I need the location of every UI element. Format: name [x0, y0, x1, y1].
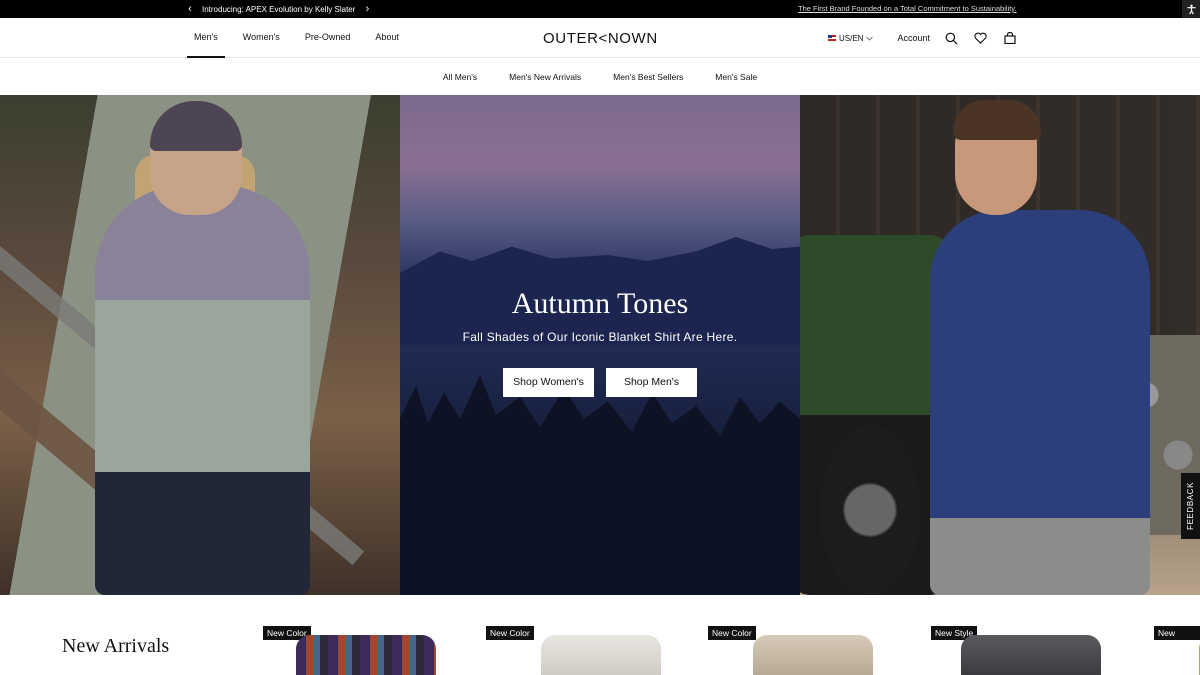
- subnav-new-arrivals[interactable]: Men's New Arrivals: [509, 72, 581, 82]
- accessibility-button[interactable]: [1182, 0, 1200, 18]
- bag-icon[interactable]: [1002, 30, 1018, 46]
- product-card[interactable]: New Color: [263, 595, 463, 675]
- brand-logo[interactable]: OUTER<NOWN: [543, 30, 658, 47]
- mens-subnav: All Men's Men's New Arrivals Men's Best …: [0, 59, 1200, 95]
- shop-womens-button[interactable]: Shop Women's: [503, 368, 594, 397]
- primary-nav: Men's Women's Pre-Owned About: [187, 18, 417, 58]
- chevron-right-icon[interactable]: ›: [363, 0, 371, 18]
- hero-image-womens[interactable]: [0, 95, 400, 595]
- header-utilities: US/EN Account: [828, 18, 1031, 58]
- product-card[interactable]: New Color: [708, 595, 908, 675]
- hero-image-mens[interactable]: [800, 95, 1200, 595]
- feedback-tab[interactable]: FEEDBACK: [1181, 473, 1200, 539]
- product-image[interactable]: [753, 635, 873, 675]
- product-badge: New Color: [708, 626, 756, 640]
- locale-selector[interactable]: US/EN: [828, 33, 874, 43]
- hero-subtitle: Fall Shades of Our Iconic Blanket Shirt …: [462, 330, 738, 344]
- announcement-bar: ‹ Introducing: APEX Evolution by Kelly S…: [0, 0, 1200, 18]
- nav-womens[interactable]: Women's: [236, 18, 287, 58]
- subnav-best-sellers[interactable]: Men's Best Sellers: [613, 72, 683, 82]
- product-image[interactable]: [541, 635, 661, 675]
- chevron-down-icon: [866, 36, 874, 41]
- subnav-all-mens[interactable]: All Men's: [443, 72, 477, 82]
- product-image[interactable]: [296, 635, 436, 675]
- product-badge: New Color: [486, 626, 534, 640]
- accessibility-icon: [1186, 4, 1196, 14]
- new-arrivals-section: New Arrivals New Color New Color New Col…: [0, 595, 1200, 675]
- product-card[interactable]: New Style: [1154, 595, 1200, 675]
- hero-banner: Autumn Tones Fall Shades of Our Iconic B…: [0, 95, 1200, 595]
- subnav-sale[interactable]: Men's Sale: [715, 72, 757, 82]
- account-link[interactable]: Account: [897, 33, 930, 43]
- announcement-text[interactable]: Introducing: APEX Evolution by Kelly Sla…: [202, 5, 355, 14]
- heart-icon[interactable]: [973, 30, 989, 46]
- product-image[interactable]: [961, 635, 1101, 675]
- hero-cta-group: Shop Women's Shop Men's: [400, 368, 800, 397]
- hero-title: Autumn Tones: [511, 287, 689, 320]
- nav-mens[interactable]: Men's: [187, 18, 225, 58]
- feedback-label: FEEDBACK: [1186, 482, 1195, 530]
- shop-mens-button[interactable]: Shop Men's: [606, 368, 697, 397]
- search-icon[interactable]: [944, 30, 960, 46]
- product-badge: New Style: [1154, 626, 1200, 652]
- hero-center-panel: Autumn Tones Fall Shades of Our Iconic B…: [400, 95, 800, 595]
- product-card[interactable]: New Color: [486, 595, 686, 675]
- locale-label: US/EN: [839, 33, 864, 43]
- announcement-carousel: ‹ Introducing: APEX Evolution by Kelly S…: [186, 0, 371, 18]
- chevron-left-icon[interactable]: ‹: [186, 0, 194, 18]
- section-title: New Arrivals: [62, 635, 170, 657]
- sustainability-link[interactable]: The First Brand Founded on a Total Commi…: [798, 0, 1017, 18]
- product-card[interactable]: New Style: [931, 595, 1131, 675]
- us-flag-icon: [828, 35, 836, 41]
- nav-about[interactable]: About: [368, 18, 406, 58]
- site-header: Men's Women's Pre-Owned About OUTER<NOWN…: [0, 18, 1200, 58]
- nav-pre-owned[interactable]: Pre-Owned: [298, 18, 358, 58]
